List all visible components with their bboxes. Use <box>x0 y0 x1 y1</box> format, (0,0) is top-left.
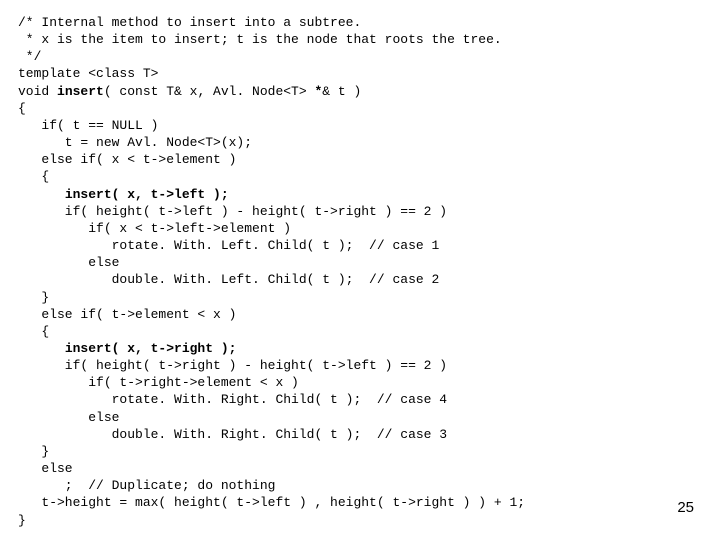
code-line: if( height( t->left ) - height( t->right… <box>18 204 447 219</box>
code-line: /* Internal method to insert into a subt… <box>18 15 361 30</box>
code-line: { <box>18 324 49 339</box>
code-line: else <box>18 255 119 270</box>
code-line: if( t->right->element < x ) <box>18 375 299 390</box>
code-line: ; // Duplicate; do nothing <box>18 478 275 493</box>
code-line: { <box>18 101 26 116</box>
code-block: /* Internal method to insert into a subt… <box>18 14 702 529</box>
code-line: */ <box>18 49 41 64</box>
code-line: t = new Avl. Node<T>(x); <box>18 135 252 150</box>
code-line: else <box>18 410 119 425</box>
code-line: double. With. Right. Child( t ); // case… <box>18 427 447 442</box>
code-line: } <box>18 513 26 528</box>
code-line: double. With. Left. Child( t ); // case … <box>18 272 439 287</box>
code-line: if( height( t->right ) - height( t->left… <box>18 358 447 373</box>
code-line: void insert( const T& x, Avl. Node<T> *&… <box>18 84 361 99</box>
code-line: template <class T> <box>18 66 158 81</box>
code-line: rotate. With. Right. Child( t ); // case… <box>18 392 447 407</box>
code-line: insert( x, t->right ); <box>18 341 236 356</box>
code-line: { <box>18 169 49 184</box>
code-line: * x is the item to insert; t is the node… <box>18 32 502 47</box>
code-line: insert( x, t->left ); <box>18 187 229 202</box>
code-line: else if( x < t->element ) <box>18 152 236 167</box>
code-line: rotate. With. Left. Child( t ); // case … <box>18 238 439 253</box>
page-number: 25 <box>677 498 694 518</box>
code-line: } <box>18 444 49 459</box>
slide-page: /* Internal method to insert into a subt… <box>0 0 720 540</box>
code-line: else if( t->element < x ) <box>18 307 236 322</box>
code-line: } <box>18 290 49 305</box>
code-line: else <box>18 461 73 476</box>
code-line: if( t == NULL ) <box>18 118 158 133</box>
code-line: t->height = max( height( t->left ) , hei… <box>18 495 525 510</box>
code-line: if( x < t->left->element ) <box>18 221 291 236</box>
